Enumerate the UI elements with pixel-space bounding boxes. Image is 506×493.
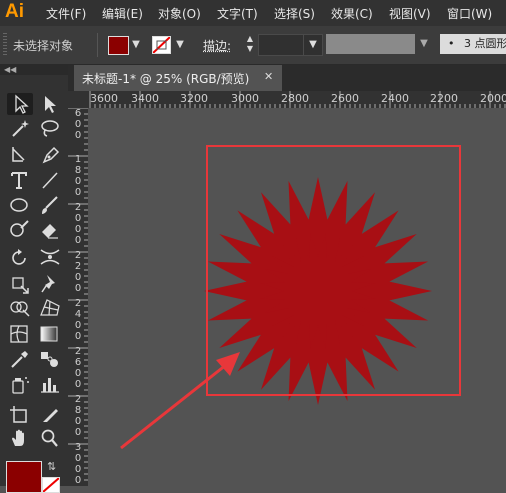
stroke-color-swatch[interactable]	[152, 36, 171, 54]
ruler-label: 2200	[74, 250, 82, 294]
symbol-sprayer-tool-icon[interactable]	[7, 373, 33, 395]
stroke-color-box[interactable]	[42, 477, 60, 493]
stroke-weight-input[interactable]	[258, 34, 304, 56]
artboard-tool-icon[interactable]	[7, 403, 33, 425]
document-tab[interactable]: 未标题-1* @ 25% (RGB/预览) ✕	[74, 65, 282, 91]
ruler-label: 1800	[74, 154, 82, 198]
close-icon[interactable]: ✕	[264, 70, 273, 83]
bullet-icon: •	[448, 37, 455, 50]
fill-dropdown-chevron-icon[interactable]: ▼	[129, 36, 143, 54]
control-bar: 未选择对象 ▼ ▼ 描边: ▲ ▼ ▼ ▼ • 3 点圆形	[0, 26, 506, 65]
mesh-tool-icon[interactable]	[7, 323, 33, 345]
rotate-tool-icon[interactable]	[7, 246, 33, 268]
ruler-label: 600	[74, 108, 82, 141]
eraser-tool-icon[interactable]	[37, 218, 63, 240]
free-transform-tool-icon[interactable]	[7, 272, 33, 294]
shape-builder-tool-icon[interactable]	[7, 296, 33, 318]
shaper-tool-icon[interactable]	[7, 218, 33, 240]
none-stroke-slash-icon	[153, 37, 170, 53]
pen-tool-icon[interactable]	[7, 143, 33, 165]
menu-view[interactable]: 视图(V)	[389, 5, 431, 22]
menu-edit[interactable]: 编辑(E)	[102, 5, 143, 22]
app-logo: Ai	[5, 1, 24, 22]
brush-preset-label: 3 点圆形	[464, 37, 506, 50]
gradient-tool-icon[interactable]	[37, 323, 63, 345]
selection-status: 未选择对象	[13, 39, 74, 53]
stroke-weight-dropdown-chevron-icon[interactable]: ▼	[303, 34, 323, 56]
tools-panel: ◀◀ ⇅	[0, 65, 68, 493]
vertical-ruler[interactable]: 600 1800 2000 2200 2400 2600 2800 3000	[68, 108, 88, 486]
ruler-label: 3000	[231, 92, 259, 105]
menu-select[interactable]: 选择(S)	[274, 5, 315, 22]
document-tab-bar: 未标题-1* @ 25% (RGB/预览) ✕	[68, 65, 506, 91]
perspective-grid-tool-icon[interactable]	[37, 296, 63, 318]
stroke-label[interactable]: 描边:	[203, 37, 231, 54]
ruler-label: 3400	[131, 92, 159, 105]
ruler-label: 3600	[90, 92, 118, 105]
menu-object[interactable]: 对象(O)	[158, 5, 201, 22]
ruler-label: 2800	[281, 92, 309, 105]
panel-grip[interactable]	[3, 33, 7, 57]
divider	[97, 33, 98, 57]
width-tool-icon[interactable]	[37, 246, 63, 268]
artboard-canvas[interactable]	[88, 108, 506, 486]
arrow-icon	[120, 359, 232, 450]
slice-tool-icon[interactable]	[37, 403, 63, 425]
ruler-label: 2800	[74, 394, 82, 438]
direct-selection-tool-icon[interactable]	[37, 93, 63, 115]
swap-fill-stroke-icon[interactable]: ⇅	[47, 460, 56, 473]
ruler-label: 3200	[180, 92, 208, 105]
fill-color-swatch[interactable]	[108, 36, 129, 55]
menu-window[interactable]: 窗口(W)	[447, 5, 492, 22]
menu-type[interactable]: 文字(T)	[217, 5, 258, 22]
fill-color-box[interactable]	[6, 461, 42, 493]
column-graph-tool-icon[interactable]	[37, 373, 63, 395]
puppet-warp-pin-icon[interactable]	[37, 272, 63, 294]
ruler-label: 2200	[430, 92, 458, 105]
ruler-origin[interactable]	[68, 91, 88, 108]
arrow-head-icon	[216, 352, 240, 376]
blend-tool-icon[interactable]	[37, 348, 63, 370]
profile-dropdown-chevron-icon[interactable]: ▼	[416, 34, 432, 54]
ruler-label: 2000	[74, 202, 82, 246]
type-tool-icon[interactable]	[7, 169, 33, 191]
document-title: 未标题-1* @ 25% (RGB/预览)	[82, 72, 250, 86]
zoom-tool-icon[interactable]	[37, 427, 63, 449]
curvature-pen-icon[interactable]	[37, 143, 63, 165]
brush-definition-select[interactable]: • 3 点圆形	[440, 34, 506, 54]
selection-tool-icon[interactable]	[7, 93, 33, 115]
hand-tool-icon[interactable]	[7, 427, 33, 449]
ruler-label: 2600	[74, 346, 82, 390]
lasso-tool-icon[interactable]	[37, 117, 63, 139]
horizontal-ruler[interactable]: 3600 3400 3200 3000 2800 2600 2400 2200 …	[88, 91, 506, 108]
ruler-label: 2600	[331, 92, 359, 105]
stroke-weight-stepper[interactable]: ▲ ▼	[244, 34, 256, 54]
artwork-layer	[120, 145, 461, 450]
ruler-label: 2000	[480, 92, 506, 105]
ruler-label: 3000	[74, 442, 82, 486]
panel-collapse-chevron-icon[interactable]: ◀◀	[0, 65, 68, 75]
menu-file[interactable]: 文件(F)	[46, 5, 86, 22]
ruler-label: 2400	[381, 92, 409, 105]
menu-bar: Ai 文件(F) 编辑(E) 对象(O) 文字(T) 选择(S) 效果(C) 视…	[0, 0, 506, 26]
line-segment-tool-icon[interactable]	[37, 169, 63, 191]
stroke-dropdown-chevron-icon[interactable]: ▼	[173, 36, 187, 54]
none-stroke-slash-icon	[43, 478, 59, 492]
magic-wand-tool-icon[interactable]	[7, 117, 33, 139]
eyedropper-tool-icon[interactable]	[7, 348, 33, 370]
paintbrush-tool-icon[interactable]	[37, 194, 63, 216]
menu-effect[interactable]: 效果(C)	[331, 5, 373, 22]
ruler-label: 2400	[74, 298, 82, 342]
ellipse-tool-icon[interactable]	[7, 194, 33, 216]
variable-width-profile[interactable]	[326, 34, 415, 54]
